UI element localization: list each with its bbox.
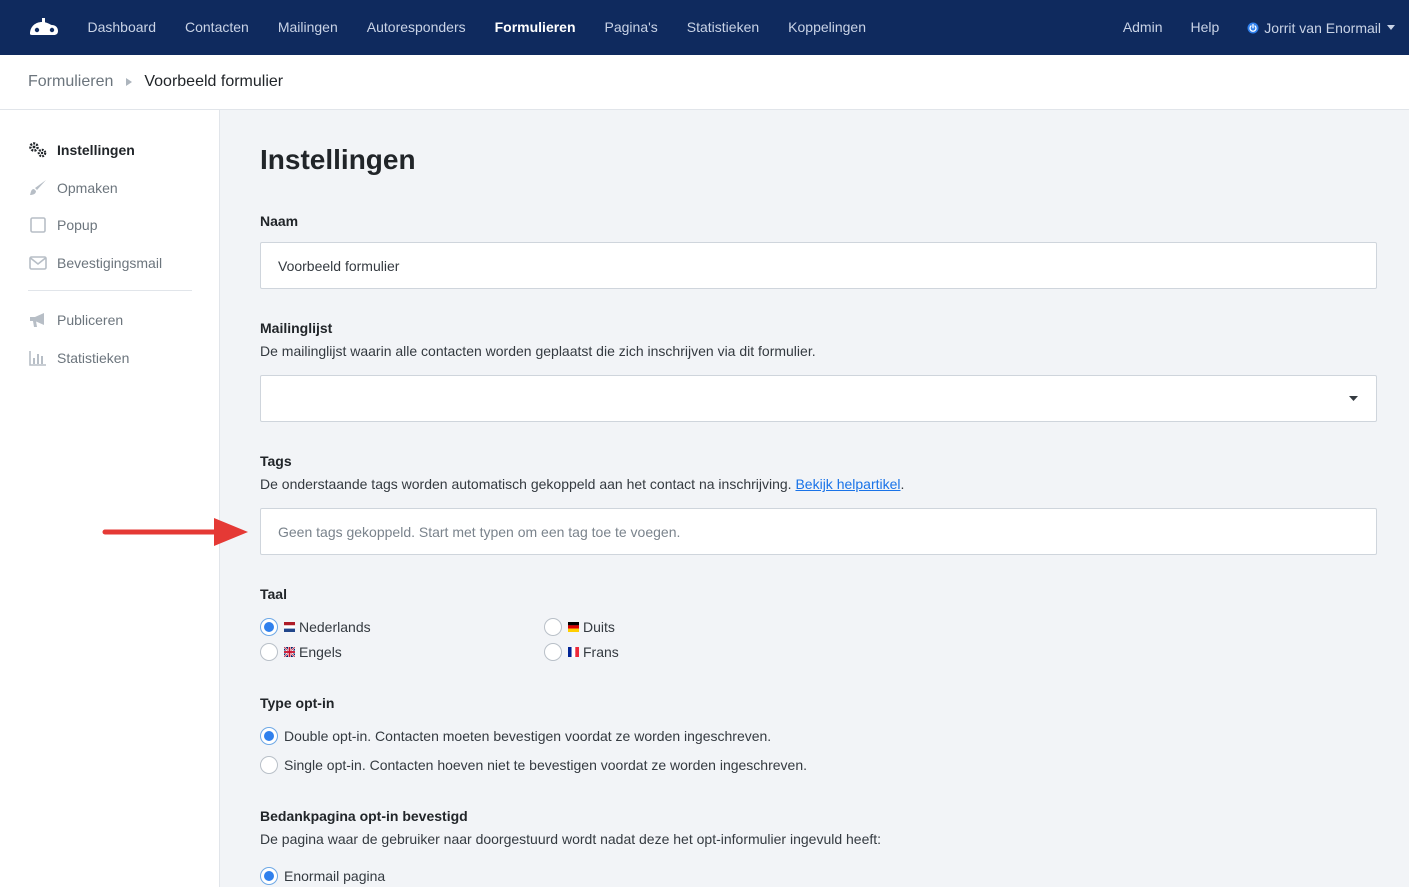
optin-label: Type opt-in: [260, 695, 335, 711]
gears-icon: [28, 141, 48, 159]
nav-contacten[interactable]: Contacten: [171, 0, 264, 55]
sidebar-label: Publiceren: [57, 312, 124, 328]
sidebar-label: Opmaken: [57, 180, 118, 196]
sidebar-divider: [28, 290, 192, 291]
taal-option-label: Frans: [583, 644, 619, 660]
breadcrumb: Formulieren Voorbeeld formulier: [0, 55, 1409, 110]
optin-option-label: Double opt-in. Contacten moeten bevestig…: [284, 728, 772, 744]
taal-option-engels[interactable]: Engels: [260, 643, 342, 661]
main-nav: Dashboard Contacten Mailingen Autorespon…: [73, 0, 881, 55]
radio-button[interactable]: [260, 867, 278, 885]
nav-right: Admin Help Jorrit van Enormail: [1109, 0, 1395, 55]
user-menu[interactable]: Jorrit van Enormail: [1233, 20, 1395, 36]
naam-label: Naam: [260, 213, 299, 229]
bedankpagina-label: Bedankpagina opt-in bevestigd: [260, 808, 468, 824]
top-navbar: Dashboard Contacten Mailingen Autorespon…: [0, 0, 1409, 55]
nav-help[interactable]: Help: [1177, 0, 1234, 55]
sidebar-item-bevestigingsmail[interactable]: Bevestigingsmail: [28, 252, 162, 274]
naam-input[interactable]: Voorbeeld formulier: [260, 242, 1377, 289]
taal-option-label: Duits: [583, 619, 615, 635]
user-name: Jorrit van Enormail: [1264, 19, 1381, 36]
mailinglijst-help: De mailinglijst waarin alle contacten wo…: [260, 343, 816, 359]
radio-button[interactable]: [544, 618, 562, 636]
sidebar-item-statistieken[interactable]: Statistieken: [28, 347, 129, 369]
tags-help-text: De onderstaande tags worden automatisch …: [260, 476, 792, 492]
sidebar-item-popup[interactable]: Popup: [28, 214, 97, 236]
sidebar-item-opmaken[interactable]: Opmaken: [28, 177, 118, 199]
taal-option-label: Engels: [299, 644, 342, 660]
chevron-down-icon: [1387, 25, 1395, 30]
bar-chart-icon: [28, 349, 48, 367]
nav-admin[interactable]: Admin: [1109, 0, 1177, 55]
chevron-down-icon: [1349, 396, 1358, 401]
envelope-icon: [28, 254, 48, 272]
taal-label: Taal: [260, 586, 287, 602]
flag-de-icon: [568, 622, 579, 632]
flag-gb-icon: [284, 647, 295, 657]
sidebar-label: Bevestigingsmail: [57, 255, 163, 271]
sidebar-item-instellingen[interactable]: Instellingen: [28, 139, 135, 161]
square-icon: [28, 216, 48, 234]
nav-statistieken[interactable]: Statistieken: [672, 0, 773, 55]
page-title: Instellingen: [260, 144, 416, 175]
tags-label: Tags: [260, 453, 292, 469]
nav-autoresponders[interactable]: Autoresponders: [352, 0, 480, 55]
breadcrumb-formulieren[interactable]: Formulieren: [28, 73, 113, 91]
bedankpagina-option-label: Enormail pagina: [284, 868, 386, 884]
nav-dashboard[interactable]: Dashboard: [73, 0, 171, 55]
enormail-logo-icon[interactable]: [28, 16, 60, 38]
radio-button[interactable]: [260, 643, 278, 661]
optin-option-double[interactable]: Double opt-in. Contacten moeten bevestig…: [260, 727, 771, 745]
radio-button[interactable]: [260, 727, 278, 745]
bedankpagina-help: De pagina waar de gebruiker naar doorges…: [260, 831, 882, 847]
sidebar: Instellingen Opmaken Popup Bevestigingsm…: [0, 110, 220, 887]
sidebar-label: Instellingen: [57, 142, 135, 158]
nav-koppelingen[interactable]: Koppelingen: [774, 0, 881, 55]
taal-option-frans[interactable]: Frans: [544, 643, 619, 661]
flag-nl-icon: [284, 622, 295, 632]
power-icon: [1247, 22, 1259, 33]
breadcrumb-current: Voorbeeld formulier: [144, 73, 284, 90]
tags-help-suffix: .: [900, 476, 905, 492]
nav-formulieren[interactable]: Formulieren: [480, 0, 590, 55]
helpartikel-link[interactable]: Bekijk helpartikel: [795, 476, 900, 492]
mailinglijst-label: Mailinglijst: [260, 320, 333, 336]
tags-help: De onderstaande tags worden automatisch …: [260, 476, 904, 492]
sidebar-label: Popup: [57, 217, 98, 233]
tags-input[interactable]: Geen tags gekoppeld. Start met typen om …: [260, 508, 1377, 555]
main-content: Instellingen Naam Voorbeeld formulier Ma…: [220, 110, 1409, 887]
sidebar-label: Statistieken: [57, 350, 130, 366]
sidebar-item-publiceren[interactable]: Publiceren: [28, 309, 123, 331]
brush-icon: [28, 179, 48, 197]
taal-option-label: Nederlands: [299, 619, 371, 635]
nav-mailingen[interactable]: Mailingen: [263, 0, 352, 55]
radio-button[interactable]: [544, 643, 562, 661]
taal-option-duits[interactable]: Duits: [544, 618, 615, 636]
nav-paginas[interactable]: Pagina's: [590, 0, 672, 55]
radio-button[interactable]: [260, 756, 278, 774]
red-arrow-icon: [102, 518, 248, 546]
tags-placeholder: Geen tags gekoppeld. Start met typen om …: [278, 523, 681, 540]
optin-option-single[interactable]: Single opt-in. Contacten hoeven niet te …: [260, 756, 807, 774]
radio-button[interactable]: [260, 618, 278, 636]
flag-fr-icon: [568, 647, 579, 657]
naam-value: Voorbeeld formulier: [278, 257, 400, 274]
bedankpagina-option-enormail[interactable]: Enormail pagina: [260, 867, 385, 885]
taal-option-nederlands[interactable]: Nederlands: [260, 618, 371, 636]
optin-option-label: Single opt-in. Contacten hoeven niet te …: [284, 757, 808, 773]
chevron-right-icon: [126, 78, 133, 86]
mailinglijst-select[interactable]: [260, 375, 1377, 422]
megaphone-icon: [28, 311, 48, 329]
